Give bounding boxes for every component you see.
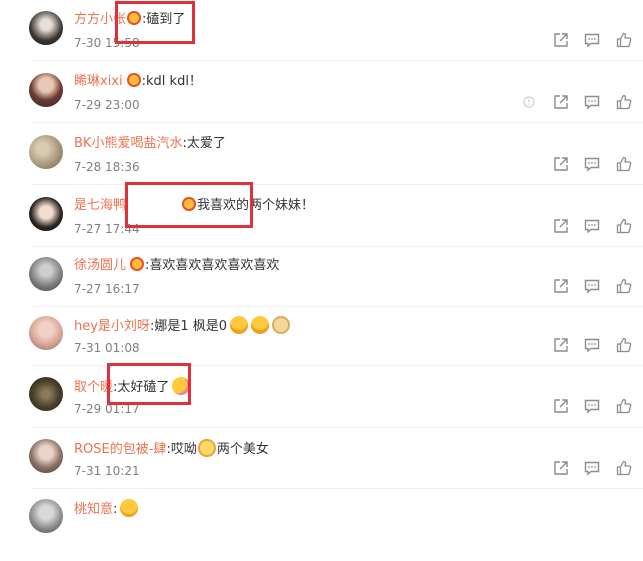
share-icon[interactable] [553,337,569,353]
action-bar [528,218,638,234]
avatar[interactable] [29,197,63,231]
comment-icon[interactable] [584,278,600,294]
highlight-box [107,363,191,405]
share-icon[interactable] [553,278,569,294]
comment-item: 取个暖:太好磕了 7-29 01:17 [0,377,643,439]
avatar[interactable] [29,257,63,291]
comment-line: BK小熊爱喝盐汽水:太爱了 [74,136,226,151]
divider [32,122,643,123]
comment-item: 桃知意: [0,499,643,561]
comment-icon[interactable] [584,460,600,476]
share-icon[interactable] [553,460,569,476]
comment-text: 喜欢喜欢喜欢喜欢喜欢 [149,258,280,273]
report-icon[interactable] [522,94,536,110]
share-icon[interactable] [553,156,569,172]
heart-eyes-emoji-icon [126,73,141,87]
comment-item: 是七海鸭 我喜欢的两个妹妹！ 7-27 17:44 [0,197,643,259]
like-icon[interactable] [616,337,632,353]
comment-item: 睎琳xixi:kdl kdl！ 7-29 23:00 [0,73,643,135]
divider [32,427,643,428]
highlight-box [125,182,253,228]
comment-line: 桃知意: [74,499,139,519]
comment-item: BK小熊爱喝盐汽水:太爱了 7-28 18:36 [0,135,643,197]
like-icon[interactable] [616,94,632,110]
comment-text-after: 两个美女 [216,442,269,457]
action-bar [528,278,638,294]
avatar[interactable] [29,316,63,350]
heart-eyes-emoji-icon [130,257,145,271]
comment-item: hey是小刘呀:娜是1 枫是0 7-31 01:08 [0,316,643,378]
comment-icon[interactable] [584,218,600,234]
comment-line: 睎琳xixi:kdl kdl！ [74,73,202,89]
clap-emoji-icon [197,439,216,457]
username-link[interactable]: ROSE的包被-肆 [74,442,166,457]
comment-icon[interactable] [584,94,600,110]
comment-text: 太爱了 [186,136,226,151]
action-bar [523,94,638,110]
comment-line: ROSE的包被-肆:哎呦 两个美女 [74,439,269,459]
divider [32,488,643,489]
avatar[interactable] [29,439,63,473]
like-icon[interactable] [616,398,632,414]
action-bar [528,156,638,172]
highlight-box [115,1,195,44]
username-link[interactable]: hey是小刘呀 [74,319,150,334]
avatar[interactable] [29,377,63,411]
username-link[interactable]: 桃知意 [74,502,113,517]
comment-item: 徐汤圆儿:喜欢喜欢喜欢喜欢喜欢 7-27 16:17 [0,257,643,319]
comment-icon[interactable] [584,398,600,414]
comment-line: 徐汤圆儿:喜欢喜欢喜欢喜欢喜欢 [74,257,280,273]
comment-line: hey是小刘呀:娜是1 枫是0 [74,316,291,336]
like-icon[interactable] [616,156,632,172]
share-icon[interactable] [553,398,569,414]
comment-item: 方方小张:磕到了 7-30 15:58 [0,11,643,73]
comment-time: 7-28 18:36 [74,160,140,174]
like-icon[interactable] [616,32,632,48]
doge-emoji-icon [272,316,291,334]
like-icon[interactable] [616,218,632,234]
divider [32,246,643,247]
avatar[interactable] [29,11,63,45]
divider [32,60,643,61]
shocked-emoji-icon [230,316,249,334]
shocked-emoji-icon [251,316,270,334]
avatar[interactable] [29,73,63,107]
action-bar [528,398,638,414]
like-icon[interactable] [616,460,632,476]
divider [32,306,643,307]
comment-time: 7-27 16:17 [74,282,140,296]
comment-icon[interactable] [584,337,600,353]
comment-time: 7-31 01:08 [74,341,140,355]
username-link[interactable]: 是七海鸭 [74,198,126,213]
comment-text: 哎呦 [170,442,197,457]
comment-icon[interactable] [584,32,600,48]
grin-emoji-icon [120,499,139,517]
username-link[interactable]: 睎琳xixi [74,74,123,89]
comment-text: 娜是1 枫是0 [154,319,228,334]
action-bar [528,460,638,476]
comment-text: kdl kdl！ [146,74,202,89]
comment-time: 7-31 10:21 [74,464,140,478]
like-icon[interactable] [616,278,632,294]
comment-item: ROSE的包被-肆:哎呦 两个美女 7-31 10:21 [0,439,643,501]
share-icon[interactable] [553,218,569,234]
username-link[interactable]: 徐汤圆儿 [74,258,126,273]
share-icon[interactable] [553,32,569,48]
share-icon[interactable] [553,94,569,110]
action-bar [528,32,638,48]
avatar[interactable] [29,499,63,533]
comment-icon[interactable] [584,156,600,172]
comment-time: 7-29 23:00 [74,98,140,112]
username-link[interactable]: BK小熊爱喝盐汽水 [74,136,182,151]
avatar[interactable] [29,135,63,169]
divider [32,184,643,185]
action-bar [528,337,638,353]
